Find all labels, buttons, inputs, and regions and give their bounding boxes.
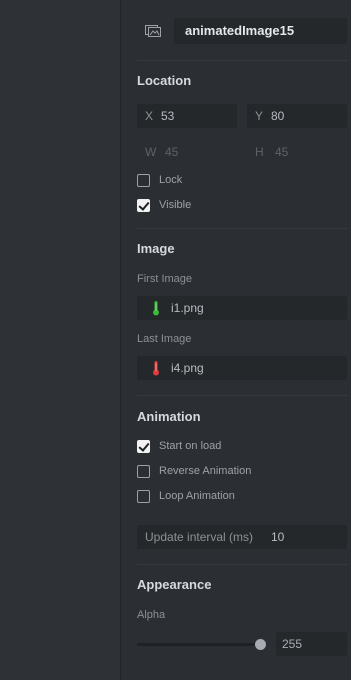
- visible-label: Visible: [159, 199, 192, 211]
- visible-checkbox-row[interactable]: Visible: [137, 198, 257, 214]
- image-title: Image: [137, 241, 175, 256]
- last-image-field[interactable]: i4.png: [137, 356, 347, 380]
- appearance-title: Appearance: [137, 577, 212, 592]
- alpha-slider-track[interactable]: [137, 643, 259, 646]
- visible-checkbox[interactable]: [137, 199, 150, 212]
- green-thermometer-icon: [153, 301, 159, 316]
- loop-animation-label: Loop Animation: [159, 490, 235, 502]
- x-label: X: [145, 109, 154, 123]
- w-value: 45: [165, 145, 179, 159]
- start-on-load-checkbox[interactable]: [137, 440, 150, 453]
- object-name-row: animatedImage15: [121, 14, 351, 46]
- separator: [137, 395, 347, 396]
- lock-label: Lock: [159, 174, 183, 186]
- alpha-slider-thumb[interactable]: [255, 639, 266, 650]
- location-title: Location: [137, 73, 192, 88]
- first-image-filename: i1.png: [171, 301, 204, 315]
- red-thermometer-icon: [153, 361, 159, 376]
- reverse-animation-checkbox[interactable]: [137, 465, 150, 478]
- loop-animation-row[interactable]: Loop Animation: [137, 489, 317, 505]
- separator: [137, 60, 347, 61]
- separator: [137, 228, 347, 229]
- reverse-animation-label: Reverse Animation: [159, 465, 252, 477]
- first-image-label: First Image: [137, 273, 193, 285]
- last-image-filename: i4.png: [171, 361, 204, 375]
- width-field[interactable]: W 45: [137, 140, 237, 164]
- loop-animation-checkbox[interactable]: [137, 490, 150, 503]
- x-value: 53: [161, 109, 175, 123]
- y-value: 80: [271, 109, 285, 123]
- alpha-label: Alpha: [137, 609, 166, 621]
- update-interval-value: 10: [271, 530, 285, 544]
- h-value: 45: [275, 145, 289, 159]
- start-on-load-row[interactable]: Start on load: [137, 439, 317, 455]
- lock-checkbox-row[interactable]: Lock: [137, 173, 257, 189]
- update-interval-label: Update interval (ms): [145, 530, 254, 544]
- lock-checkbox[interactable]: [137, 174, 150, 187]
- start-on-load-label: Start on load: [159, 440, 222, 452]
- object-name-field[interactable]: animatedImage15: [174, 18, 347, 44]
- animation-title: Animation: [137, 409, 201, 424]
- image-object-icon: [145, 25, 161, 37]
- alpha-value-field[interactable]: 255: [276, 632, 347, 656]
- separator: [137, 564, 347, 565]
- y-label: Y: [255, 109, 264, 123]
- height-field[interactable]: H 45: [247, 140, 347, 164]
- h-label: H: [255, 145, 264, 159]
- w-label: W: [145, 145, 157, 159]
- first-image-field[interactable]: i1.png: [137, 296, 347, 320]
- x-field[interactable]: X 53: [137, 104, 237, 128]
- y-field[interactable]: Y 80: [247, 104, 347, 128]
- last-image-label: Last Image: [137, 333, 192, 345]
- update-interval-field[interactable]: Update interval (ms) 10: [137, 525, 347, 549]
- reverse-animation-row[interactable]: Reverse Animation: [137, 464, 317, 480]
- canvas-area: [0, 0, 120, 680]
- properties-panel: animatedImage15 Location X 53 Y 80 W 45 …: [121, 0, 351, 680]
